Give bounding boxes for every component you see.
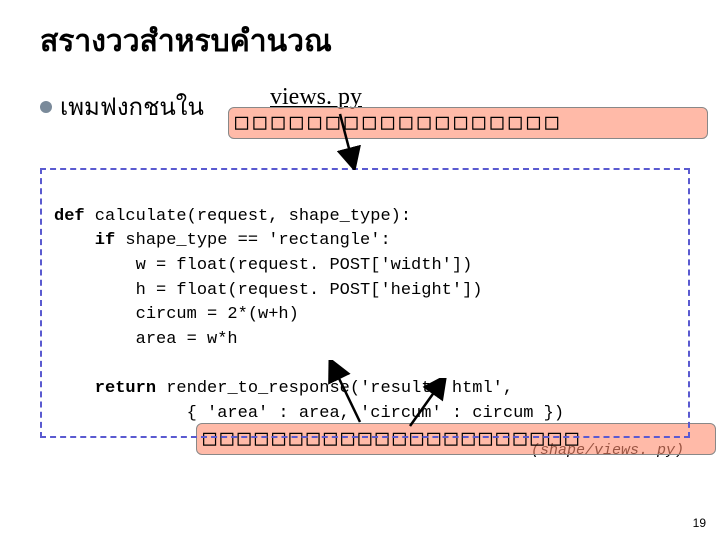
code-line-5: circum = 2*(w+h) (54, 305, 299, 324)
keyword-return: return (54, 379, 156, 398)
code-line-9: { 'area' : area, 'circum' : circum }) (54, 404, 564, 423)
highlight-box-top: □□□□□□□□□□□□□□□□□□ (228, 107, 708, 139)
placeholder-glyphs-top: □□□□□□□□□□□□□□□□□□ (229, 110, 563, 135)
code-line-4: h = float(request. POST['height']) (54, 281, 482, 300)
keyword-if: if (54, 231, 115, 250)
bullet-icon (40, 101, 52, 113)
bullet-text: เพมฟงกชนใน (60, 87, 204, 126)
page-number: 19 (693, 516, 706, 530)
code-line-2: shape_type == 'rectangle': (115, 231, 390, 250)
keyword-def: def (54, 207, 85, 226)
code-block: def calculate(request, shape_type): if s… (40, 168, 690, 438)
code-line-8: render_to_response('result. html', (156, 379, 513, 398)
code-line-3: w = float(request. POST['width']) (54, 256, 472, 275)
slide-title: สรางววสำหรบคำนวณ (40, 18, 690, 65)
code-line-6: area = w*h (54, 330, 238, 349)
code-line-1: calculate(request, shape_type): (85, 207, 411, 226)
